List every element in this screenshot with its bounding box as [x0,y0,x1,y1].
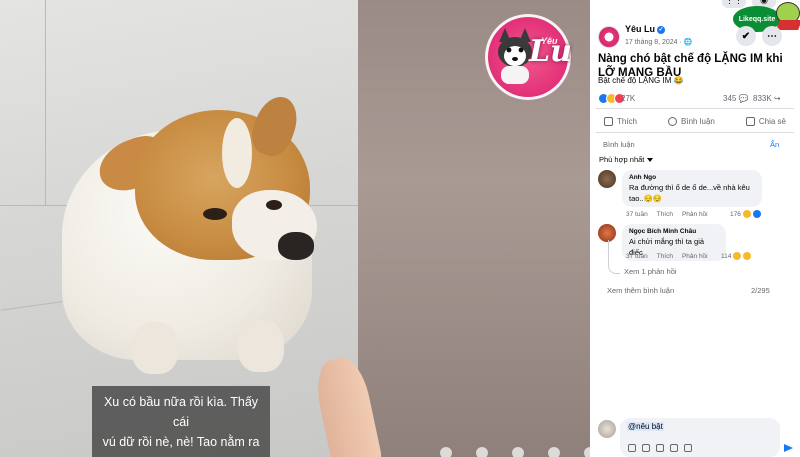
sticker-icon[interactable] [684,444,692,452]
page-avatar[interactable] [598,26,620,48]
composer-tools [628,444,692,452]
control-icon[interactable] [476,447,488,457]
comment-reaction-count: 114 [721,252,732,260]
sort-label: Phù hợp nhất [599,155,645,164]
share-label: Chia sẻ [758,116,786,126]
video-subtitle: Xu có bầu nữa rồi kìa. Thấy cái vú dữ rồ… [92,386,270,457]
comment-meta: 37 tuần Thích Phản hồi [626,211,708,218]
page-name[interactable]: Yêu Lu ✓ [625,24,666,34]
comment-composer: @nêu bật [598,418,794,457]
save-icon[interactable]: ✔ [736,26,756,46]
thumbs-up-icon [604,116,613,126]
sort-dropdown[interactable]: Phù hợp nhất [599,155,654,164]
comment-icon [668,116,678,126]
camera-icon[interactable] [642,444,650,452]
more-comments-link[interactable]: Xem thêm bình luận [607,286,674,295]
verified-icon: ✓ [657,25,666,34]
watermark-text: Likeqq.site [738,15,776,23]
haha-reaction-icon [742,210,751,218]
control-icon[interactable] [512,447,524,457]
comment-count[interactable]: 345 💬 [723,94,749,103]
photo-icon[interactable] [656,444,664,452]
like-reaction-icon [752,210,761,218]
comment-text: Ra đường thì ổ de ổ de...về nhà kêu [629,183,750,192]
commenter-name[interactable]: Anh Ngo [629,173,755,182]
dog-nose [278,232,314,260]
dog-paw [132,322,178,374]
comment-reaction-count: 176 [730,210,741,218]
comment-button[interactable]: Bình luận [668,112,715,130]
page-name-text[interactable]: Yêu Lu [625,24,655,34]
comment-reactions[interactable]: 114 [721,252,752,260]
control-icon[interactable] [548,447,560,457]
commenter-name[interactable]: Ngọc Bích Minh Châu [629,227,719,236]
comment-bubble: Anh Ngo Ra đường thì ổ de ổ de...về nhà … [622,170,762,207]
gif-icon[interactable] [670,444,678,452]
more-options-icon[interactable]: ⋯ [762,26,782,46]
share-count[interactable]: 833K ↪ [753,94,781,103]
divider [596,108,794,109]
comment-time[interactable]: 37 tuần [626,211,648,218]
comment-like-link[interactable]: Thích [657,211,673,218]
comment-label: Bình luận [681,116,715,126]
comment-input[interactable]: @nêu bật [620,418,793,457]
view-replies-link[interactable]: Xem 1 phản hồi [624,267,677,276]
post-subtitle: Bật chế độ LẶNG IM 😂 [598,76,684,85]
chevron-down-icon [647,158,654,163]
player-controls [440,447,590,457]
screen: Xu có bầu nữa rồi kìa. Thấy cái vú dữ rồ… [0,0,800,457]
menu-grid-icon[interactable]: ⋮⋮ [722,0,746,8]
comment-input-value[interactable]: @nêu bật [627,422,664,431]
comment-time[interactable]: 37 tuần [626,253,648,260]
comment-count-indicator: 2/295 [751,286,770,295]
comment-meta: 37 tuần Thích Phản hồi [626,253,708,260]
reaction-icons[interactable] [598,93,625,104]
channel-logo: Yêu Lu [485,14,572,100]
commenter-avatar[interactable] [598,170,616,188]
share-button[interactable]: Chia sẻ [745,112,786,130]
subtitle-line: Xu có bầu nữa rồi kìa. Thấy cái [103,395,259,429]
like-label: Thích [617,116,638,126]
control-icon[interactable] [440,447,452,457]
send-icon[interactable] [784,444,793,452]
comment-like-link[interactable]: Thích [657,253,673,260]
sad-reaction-icon [743,252,752,260]
post-actions: Thích Bình luận Chia sẻ [596,112,794,130]
logo-text: Lu [529,34,572,69]
hide-comments-link[interactable]: Ẩn [770,140,779,149]
share-icon [745,116,755,126]
comments-label: Bình luận [603,140,635,149]
haha-reaction-icon [733,252,742,260]
comment-reply-link[interactable]: Phản hồi [682,253,708,260]
like-button[interactable]: Thích [604,112,637,130]
dog-eye [266,200,282,210]
divider [596,132,794,133]
emoji-icon[interactable] [628,444,636,452]
comment-reactions[interactable]: 176 [730,210,761,218]
comment-reply-link[interactable]: Phản hồi [682,211,708,218]
video-player[interactable]: Xu có bầu nữa rồi kìa. Thấy cái vú dữ rồ… [0,0,590,457]
post-date[interactable]: 17 tháng 8, 2024 · 🌐 [625,38,692,46]
my-avatar[interactable] [598,420,616,438]
comment-text: tao..😔😔 [629,194,663,203]
reply-thread-line [608,240,620,274]
reaction-summary: 27K 345 💬 833K ↪ [598,92,794,106]
dog-paw [238,320,284,372]
dog-blaze [222,118,252,188]
subtitle-line: vú dữ rồi nè, nè! Tao nằm ra [102,435,260,449]
dog-eye [203,208,227,220]
post-header: Yêu Lu ✓ 17 tháng 8, 2024 · 🌐 ✔ ⋯ [598,24,794,50]
reaction-count[interactable]: 27K [621,94,635,103]
